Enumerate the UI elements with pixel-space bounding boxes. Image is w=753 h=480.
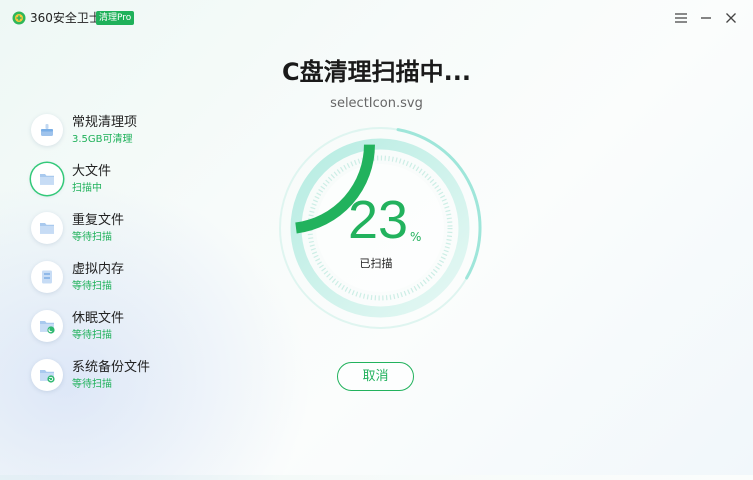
scan-item-list: 常规清理项 3.5GB可清理 大文件 扫描中 重复文件 等待扫描 虚拟内存 等待… bbox=[31, 112, 271, 406]
cancel-button[interactable]: 取消 bbox=[337, 362, 414, 391]
menu-button[interactable] bbox=[673, 10, 689, 26]
scan-item-name: 休眠文件 bbox=[72, 311, 125, 326]
progress-percent-unit: % bbox=[410, 230, 422, 244]
scan-item-status: 等待扫描 bbox=[72, 330, 112, 341]
folder-icon bbox=[31, 212, 63, 244]
app-logo-icon bbox=[12, 11, 26, 25]
scan-item-regular-cleanup[interactable]: 常规清理项 3.5GB可清理 bbox=[31, 112, 271, 161]
title-bar: 360安全卫士 清理Pro bbox=[0, 0, 753, 36]
scan-item-name: 常规清理项 bbox=[72, 115, 138, 130]
folder-icon bbox=[31, 163, 63, 195]
close-icon bbox=[726, 13, 736, 23]
progress-percent-value: 23 bbox=[347, 190, 409, 250]
broom-icon bbox=[31, 114, 63, 146]
scan-item-status: 等待扫描 bbox=[72, 281, 112, 292]
scan-item-name: 大文件 bbox=[72, 164, 112, 179]
app-name: 360安全卫士 bbox=[30, 11, 101, 25]
scan-item-status: 3.5GB可清理 bbox=[72, 134, 133, 145]
page-title: C盘清理扫描中... bbox=[282, 58, 471, 86]
scan-item-name: 重复文件 bbox=[72, 213, 125, 228]
folder-moon-icon bbox=[31, 310, 63, 342]
minimize-icon bbox=[701, 17, 711, 19]
scan-item-status: 等待扫描 bbox=[72, 232, 112, 243]
scan-item-duplicate-files[interactable]: 重复文件 等待扫描 bbox=[31, 210, 271, 259]
subtitle: selectIcon.svg bbox=[330, 96, 423, 111]
memory-icon bbox=[31, 261, 63, 293]
close-button[interactable] bbox=[723, 10, 739, 26]
scan-item-status: 扫描中 bbox=[72, 183, 102, 194]
scan-item-name: 虚拟内存 bbox=[72, 262, 125, 277]
scanned-label: 已扫描 bbox=[359, 257, 393, 270]
edition-badge: 清理Pro bbox=[96, 11, 135, 25]
scan-item-status: 等待扫描 bbox=[72, 379, 112, 390]
minimize-button[interactable] bbox=[698, 10, 714, 26]
scan-item-hibernation-files[interactable]: 休眠文件 等待扫描 bbox=[31, 308, 271, 357]
scan-item-large-files[interactable]: 大文件 扫描中 bbox=[31, 161, 271, 210]
folder-backup-icon bbox=[31, 359, 63, 391]
scan-item-virtual-memory[interactable]: 虚拟内存 等待扫描 bbox=[31, 259, 271, 308]
scan-item-name: 系统备份文件 bbox=[72, 360, 151, 375]
scan-item-system-backup[interactable]: 系统备份文件 等待扫描 bbox=[31, 357, 271, 406]
menu-icon bbox=[675, 13, 687, 23]
